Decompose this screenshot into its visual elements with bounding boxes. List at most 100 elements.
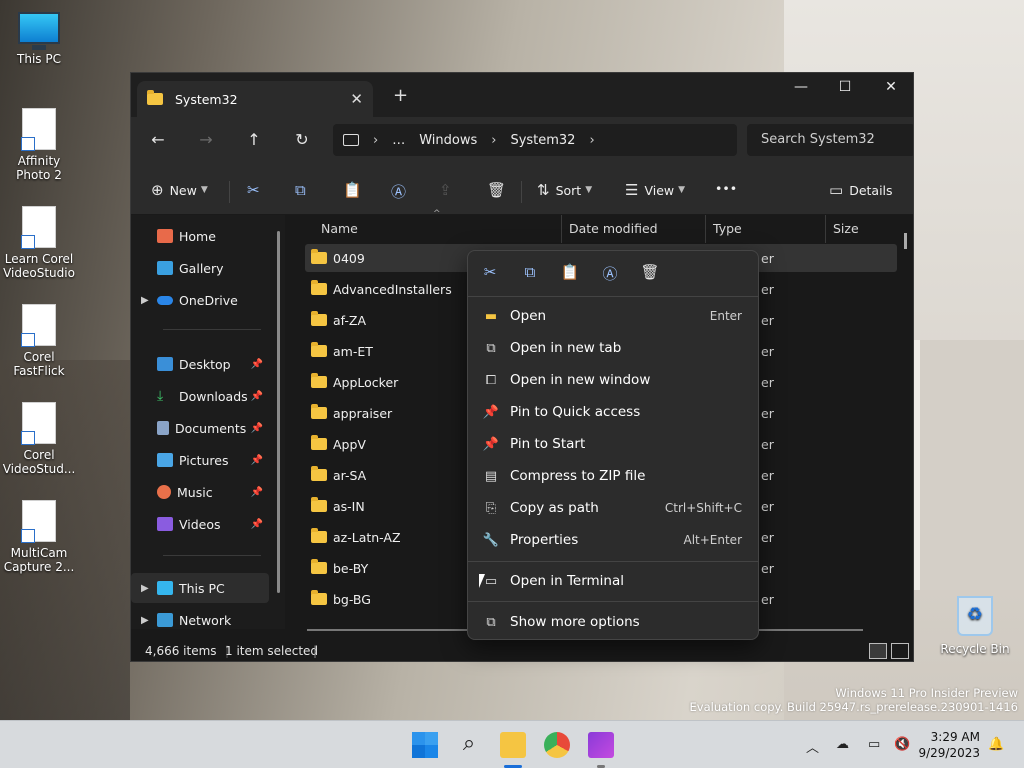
menu-item-pin-start[interactable]: 📌 Pin to Start (468, 429, 758, 459)
copy-icon[interactable]: ⧉ (518, 263, 542, 281)
maximize-button[interactable]: ☐ (833, 79, 857, 95)
tab-close-icon[interactable]: ✕ (350, 90, 363, 108)
delete-icon[interactable]: 🗑 (638, 263, 662, 281)
file-explorer-taskbar-icon[interactable] (500, 732, 526, 758)
pin-icon: 📌 (250, 518, 263, 530)
sidebar-item-documents[interactable]: Documents 📌 (131, 413, 269, 443)
chevron-right-icon[interactable]: ▶ (141, 615, 157, 626)
paste-button[interactable]: 📋 (343, 181, 368, 199)
breadcrumb-system32[interactable]: System32 (510, 133, 575, 148)
column-date-modified[interactable]: Date modified (569, 221, 658, 236)
sidebar-item-onedrive[interactable]: ▶ OneDrive (131, 285, 269, 315)
breadcrumb-windows[interactable]: Windows (419, 133, 477, 148)
onedrive-tray-icon[interactable]: ☁ (836, 737, 849, 752)
close-button[interactable]: ✕ (879, 79, 903, 95)
up-button[interactable]: ↑ (243, 130, 265, 149)
sidebar-item-pictures[interactable]: Pictures 📌 (131, 445, 269, 475)
desktop-icon-this-pc[interactable]: This PC (0, 12, 78, 66)
sidebar-item-label: Home (179, 228, 216, 244)
desktop-icon-label: Corel VideoStud... (2, 448, 76, 476)
share-button[interactable]: ⇪ (439, 181, 458, 199)
item-count: 4,666 items (145, 644, 217, 658)
file-name: appraiser (333, 405, 393, 421)
start-button[interactable] (412, 732, 438, 758)
refresh-button[interactable]: ↻ (291, 130, 313, 149)
search-input[interactable]: Search System32 (747, 124, 913, 156)
menu-item-pin-quick-access[interactable]: 📌 Pin to Quick access (468, 397, 758, 427)
column-name[interactable]: Name (321, 221, 358, 236)
desktop-icon-recycle-bin[interactable]: ♻ Recycle Bin (936, 596, 1014, 656)
sidebar-scrollbar[interactable] (277, 231, 280, 593)
chrome-icon[interactable] (544, 732, 570, 758)
new-button[interactable]: ⊕ New ▼ (151, 181, 208, 199)
more-options-icon: ⧉ (486, 614, 496, 630)
clock-date: 9/29/2023 (918, 746, 980, 760)
cloud-icon (157, 295, 173, 305)
menu-item-show-more-options[interactable]: ⧉ Show more options (468, 607, 758, 637)
desktop-icon-corel-fastflick[interactable]: Corel FastFlick (0, 304, 78, 378)
view-button[interactable]: ☰ View ▼ (625, 181, 685, 199)
taskbar: ⌕ ︿ ☁ ▭ 🔇 3:29 AM 9/29/2023 🔔 (0, 720, 1024, 768)
file-name: ar-SA (333, 467, 367, 483)
breadcrumb-overflow[interactable]: … (392, 133, 405, 148)
sidebar-item-music[interactable]: Music 📌 (131, 477, 269, 507)
sidebar-item-desktop[interactable]: Desktop 📌 (131, 349, 269, 379)
copy-button[interactable]: ⧉ (295, 181, 312, 199)
menu-item-label: Open in new tab (510, 340, 622, 356)
details-button[interactable]: ▭ Details (829, 181, 893, 199)
sidebar-item-home[interactable]: Home (131, 221, 269, 251)
rename-icon[interactable]: Ⓐ (598, 263, 622, 284)
mouse-cursor-icon (479, 574, 485, 588)
sidebar-item-downloads[interactable]: ⤓ Downloads 📌 (131, 381, 269, 411)
menu-item-open-new-tab[interactable]: ⧉ Open in new tab (468, 333, 758, 363)
divider (163, 329, 261, 330)
file-list-vertical-scrollbar[interactable] (904, 233, 907, 249)
tiles-view-button[interactable] (891, 643, 909, 659)
file-type: er (761, 560, 774, 576)
desktop-icon-affinity-photo[interactable]: Affinity Photo 2 (0, 108, 78, 182)
sidebar-item-this-pc[interactable]: ▶ This PC (131, 573, 269, 603)
address-bar[interactable]: › … Windows › System32 › (333, 124, 737, 156)
menu-item-open-terminal[interactable]: ▭ Open in Terminal (468, 566, 758, 596)
notification-bell-icon[interactable]: 🔔 (988, 737, 1004, 752)
desktop-icon-multicam[interactable]: MultiCam Capture 2... (0, 500, 78, 574)
delete-button[interactable]: 🗑 (487, 181, 512, 199)
sidebar-item-network[interactable]: ▶ Network (131, 605, 269, 635)
chevron-right-icon[interactable]: ▶ (141, 295, 157, 306)
sidebar-item-videos[interactable]: Videos 📌 (131, 509, 269, 539)
chevron-right-icon[interactable]: › (589, 133, 594, 148)
minimize-button[interactable]: — (789, 79, 813, 95)
trash-icon: 🗑 (487, 181, 507, 199)
sidebar-item-gallery[interactable]: Gallery (131, 253, 269, 283)
tab-system32[interactable]: System32 ✕ (137, 81, 373, 117)
menu-item-compress-zip[interactable]: ▤ Compress to ZIP file (468, 461, 758, 491)
tray-chevron-icon[interactable]: ︿ (806, 737, 819, 756)
new-tab-button[interactable]: + (393, 85, 408, 106)
paste-icon[interactable]: 📋 (558, 263, 582, 281)
folder-icon (311, 373, 327, 388)
volume-muted-icon[interactable]: 🔇 (894, 737, 910, 752)
system-clock[interactable]: 3:29 AM 9/29/2023 (918, 729, 980, 761)
sort-button[interactable]: ⇅ Sort ▼ (537, 181, 592, 199)
column-size[interactable]: Size (833, 221, 859, 236)
zip-icon: ▤ (484, 468, 498, 484)
see-more-button[interactable]: ••• (715, 181, 737, 196)
network-tray-icon[interactable]: ▭ (868, 737, 880, 752)
details-view-button[interactable] (869, 643, 887, 659)
affinity-photo-icon[interactable] (588, 732, 614, 758)
chevron-right-icon[interactable]: ▶ (141, 583, 157, 594)
menu-item-properties[interactable]: 🔧 Properties Alt+Enter (468, 525, 758, 555)
desktop-icon-corel-videostudio[interactable]: Corel VideoStud... (0, 402, 78, 476)
menu-item-open-new-window[interactable]: ⧠ Open in new window (468, 365, 758, 395)
tab-bar: System32 ✕ + — ☐ ✕ (131, 73, 913, 117)
forward-button[interactable]: → (195, 130, 217, 149)
back-button[interactable]: ← (147, 130, 169, 149)
cut-icon[interactable]: ✂ (478, 263, 502, 281)
rename-button[interactable]: Ⓐ (391, 181, 412, 202)
menu-item-open[interactable]: ▬ Open Enter (468, 301, 758, 331)
column-type[interactable]: Type (713, 221, 742, 236)
menu-item-copy-as-path[interactable]: ⎘ Copy as path Ctrl+Shift+C (468, 493, 758, 523)
desktop-icon-learn-corel[interactable]: Learn Corel VideoStudio (0, 206, 78, 280)
cut-button[interactable]: ✂ (247, 181, 266, 199)
search-icon[interactable]: ⌕ (456, 732, 482, 758)
